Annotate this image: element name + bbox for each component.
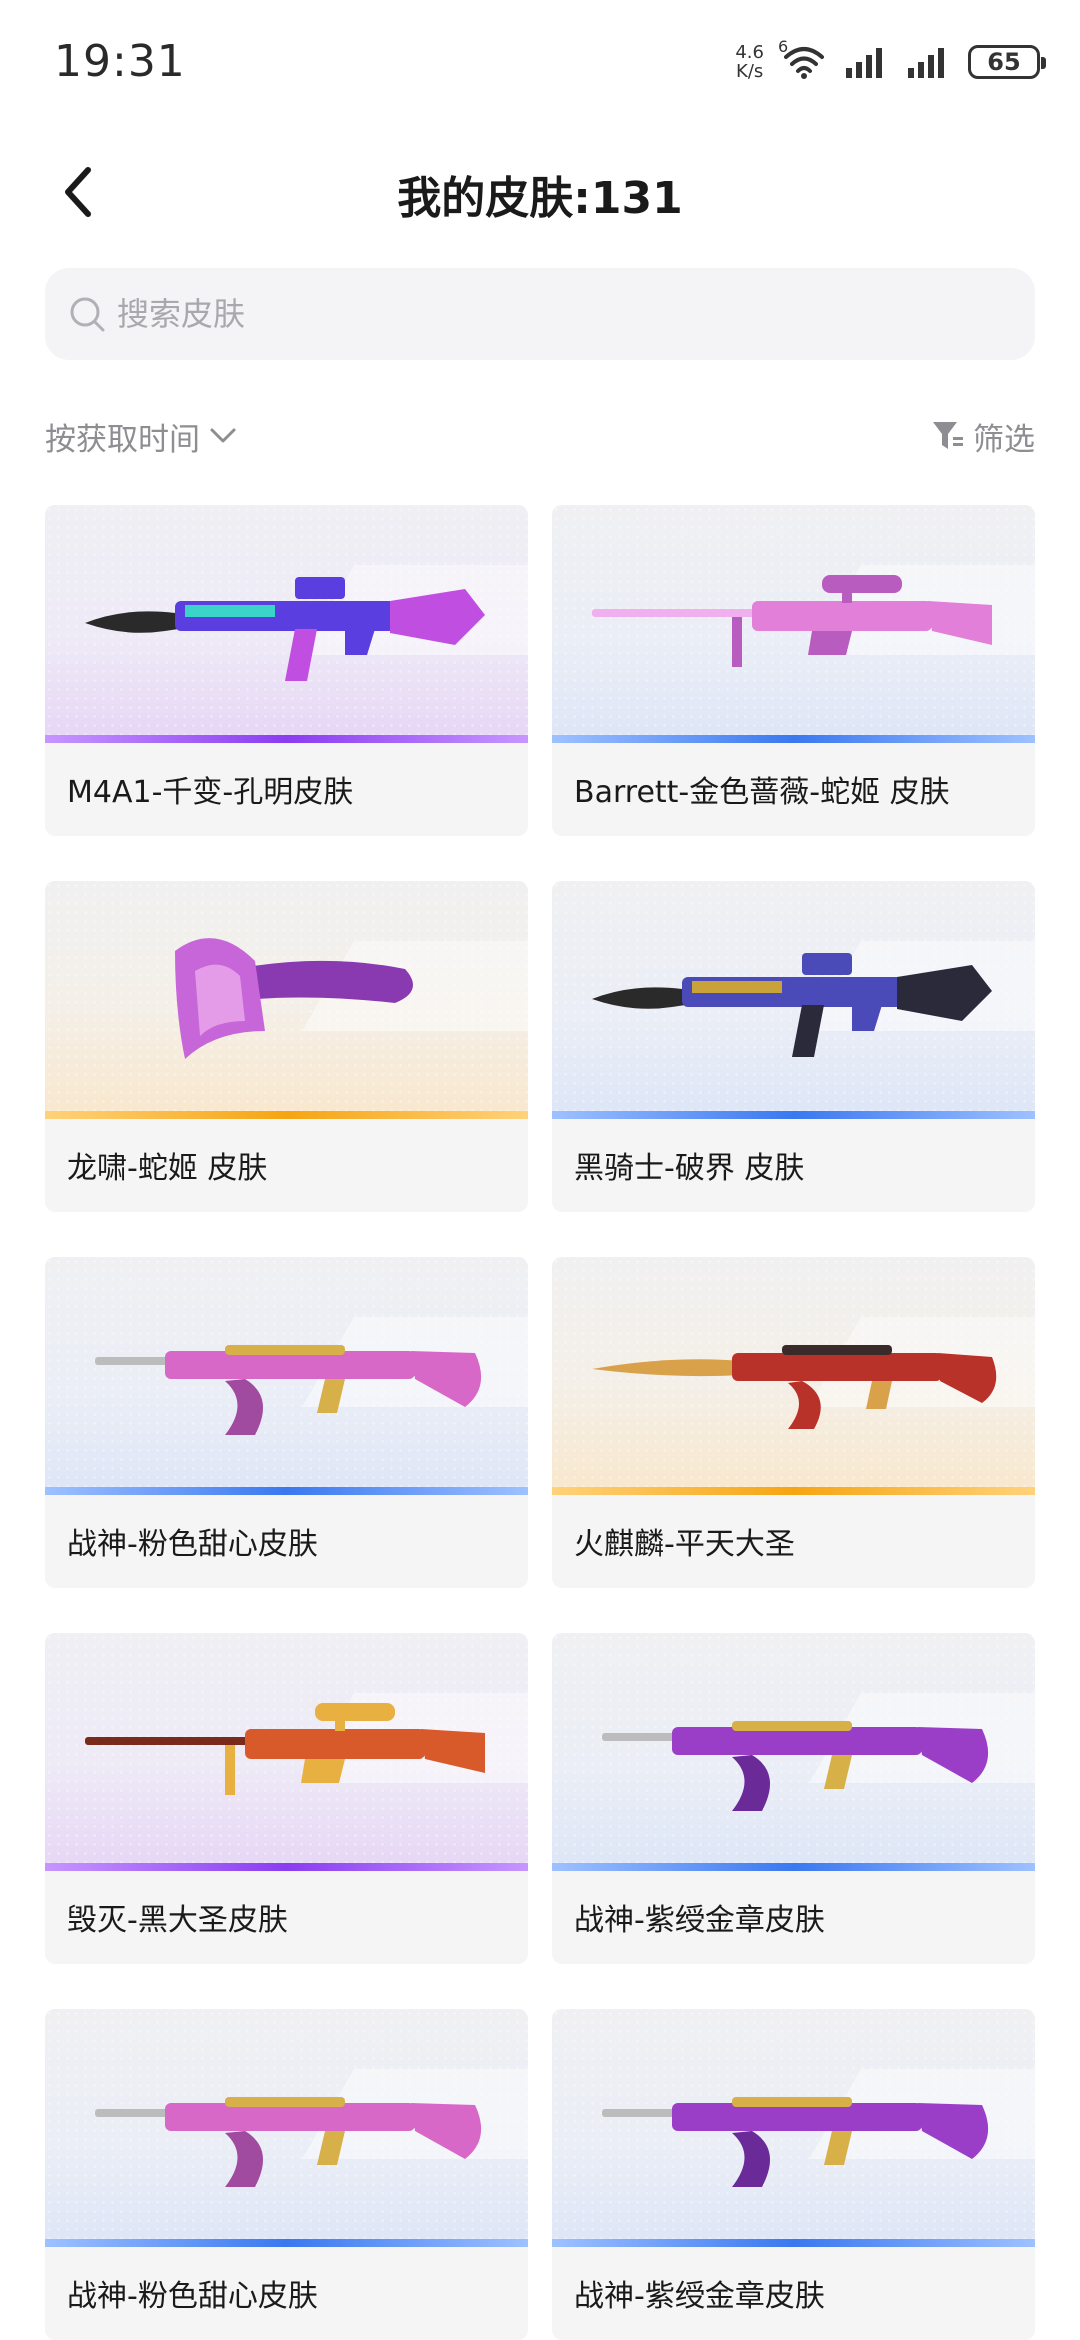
skin-image [552,2009,1035,2247]
signal-icon [844,46,888,78]
network-speed: 4.6 K/s [735,43,764,81]
filter-label: 筛选 [973,421,1035,458]
skin-image [45,2009,528,2247]
filter-button[interactable]: 筛选 [931,414,1035,459]
rarity-bar [552,2239,1035,2247]
search-bar[interactable] [45,268,1035,360]
sort-dropdown[interactable]: 按获取时间 [45,414,238,459]
skin-name: 火麒麟-平天大圣 [574,1527,795,1562]
rarity-bar [45,1111,528,1119]
skin-card[interactable]: 战神-紫绶金章皮肤 [552,1633,1035,1964]
rarity-bar [45,1863,528,1871]
header: 我的皮肤:131 [0,140,1080,240]
skin-card[interactable]: Barrett-金色蔷薇-蛇姬 皮肤 [552,505,1035,836]
chevron-down-icon [210,428,236,443]
weapon-image [85,1703,485,1795]
battery-level: 65 [987,48,1021,76]
skin-name: 龙啸-蛇姬 皮肤 [67,1151,268,1186]
rarity-bar [552,735,1035,743]
weapon-image [85,577,485,681]
weapon-image [95,2097,482,2187]
skin-grid: M4A1-千变-孔明皮肤 Barrett-金色蔷薇-蛇姬 皮肤 龙啸-蛇姬 皮肤… [45,505,1035,2340]
sort-filter-row: 按获取时间 筛选 [45,408,1035,464]
skin-image [552,1257,1035,1495]
skin-card[interactable]: 毁灭-黑大圣皮肤 [45,1633,528,1964]
wifi-badge: 6 [778,37,789,56]
skin-image [45,505,528,743]
search-icon [70,297,105,332]
skin-name: 战神-粉色甜心皮肤 [67,2279,318,2314]
skin-card[interactable]: 战神-粉色甜心皮肤 [45,1257,528,1588]
search-input[interactable] [115,294,1035,334]
skin-name: 战神-粉色甜心皮肤 [67,1527,318,1562]
skin-name: 黑骑士-破界 皮肤 [574,1151,805,1186]
status-icons: 4.6 K/s 6 65 [735,37,1046,86]
skin-image [45,1633,528,1871]
rarity-bar [552,1487,1035,1495]
rarity-bar [45,2239,528,2247]
skin-image [45,1257,528,1495]
skin-image [552,881,1035,1119]
skin-name: M4A1-千变-孔明皮肤 [67,775,354,810]
skin-image [45,881,528,1119]
page-title: 我的皮肤:131 [397,173,683,224]
rarity-bar [552,1863,1035,1871]
weapon-image [592,1345,997,1429]
weapon-image [602,2097,989,2187]
skin-card[interactable]: 火麒麟-平天大圣 [552,1257,1035,1588]
skin-card[interactable]: M4A1-千变-孔明皮肤 [45,505,528,836]
skin-card[interactable]: 黑骑士-破界 皮肤 [552,881,1035,1212]
filter-icon [933,422,963,449]
network-speed-unit: K/s [736,61,764,82]
skin-name: 毁灭-黑大圣皮肤 [67,1903,288,1938]
rarity-bar [45,735,528,743]
network-speed-value: 4.6 [735,42,764,63]
signal-icon-2 [906,46,950,78]
skin-image [552,1633,1035,1871]
rarity-bar [552,1111,1035,1119]
weapon-image [592,575,992,667]
weapon-image [602,1721,989,1811]
sort-label: 按获取时间 [45,421,200,458]
battery-icon: 65 [968,45,1046,79]
weapon-image [175,938,413,1059]
wifi-icon: 6 [778,37,826,79]
skin-card[interactable]: 战神-紫绶金章皮肤 [552,2009,1035,2340]
skin-card[interactable]: 龙啸-蛇姬 皮肤 [45,881,528,1212]
skin-name: Barrett-金色蔷薇-蛇姬 皮肤 [574,775,950,810]
skin-image [552,505,1035,743]
status-bar: 19:31 4.6 K/s 6 65 [0,0,1080,120]
status-time: 19:31 [54,36,186,87]
rarity-bar [45,1487,528,1495]
weapon-image [95,1345,482,1435]
skin-name: 战神-紫绶金章皮肤 [574,1903,825,1938]
weapon-image [592,953,992,1057]
skin-card[interactable]: 战神-粉色甜心皮肤 [45,2009,528,2340]
skin-name: 战神-紫绶金章皮肤 [574,2279,825,2314]
